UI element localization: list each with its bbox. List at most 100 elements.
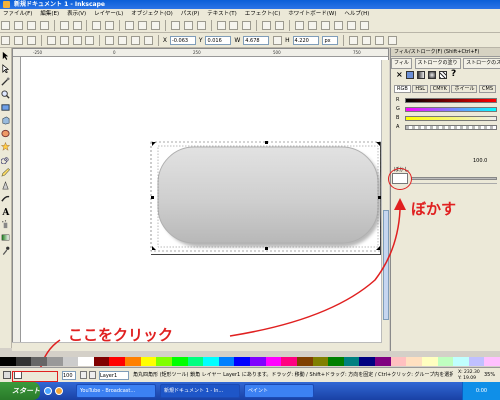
x-input[interactable]: -0.063 (169, 36, 196, 45)
swatch[interactable] (296, 357, 313, 366)
spray-icon[interactable] (1, 220, 10, 229)
raise-to-top-icon[interactable] (105, 36, 115, 45)
star-icon[interactable] (1, 142, 10, 151)
color-palette[interactable] (0, 357, 500, 366)
height-input[interactable]: 4.220 (292, 36, 319, 45)
alpha-slider[interactable] (405, 125, 497, 130)
swatch[interactable] (421, 357, 438, 366)
lock-icon[interactable] (89, 371, 96, 379)
selector-arrow-icon[interactable] (1, 51, 10, 60)
zoom-page-icon[interactable] (196, 21, 206, 30)
fill-indicator[interactable] (3, 371, 11, 379)
text-tool-icon[interactable]: A (1, 207, 10, 216)
cut-icon[interactable] (138, 21, 148, 30)
vertical-scroll-thumb[interactable] (383, 210, 389, 320)
swatch[interactable] (375, 357, 391, 366)
swatch[interactable] (343, 357, 360, 366)
flip-vertical-icon[interactable] (85, 36, 95, 45)
unit-select[interactable]: px (322, 36, 339, 45)
scale-corners-icon[interactable] (362, 36, 372, 45)
swatch[interactable] (156, 357, 172, 366)
tab-rgb[interactable]: RGB (394, 85, 411, 93)
tab-cms[interactable]: CMS (479, 85, 497, 93)
copy-icon[interactable] (125, 21, 135, 30)
swatch[interactable] (312, 357, 329, 366)
export-icon[interactable] (72, 21, 82, 30)
lower-icon[interactable] (131, 36, 141, 45)
swatch[interactable] (281, 357, 297, 366)
tab-cmyk[interactable]: CMYK (429, 85, 450, 93)
task-inkscape[interactable]: 新規ドキュメント 1 - In... (160, 384, 240, 398)
swatch[interactable] (109, 357, 125, 366)
document-properties-icon[interactable] (359, 21, 369, 30)
red-slider[interactable] (405, 98, 497, 103)
swatch[interactable] (203, 357, 219, 366)
zoom-selection-icon[interactable] (170, 21, 180, 30)
node-editor-icon[interactable] (1, 64, 10, 73)
text-font-icon[interactable] (307, 21, 317, 30)
swatch[interactable] (484, 357, 500, 366)
green-slider[interactable] (405, 107, 497, 112)
rotate-ccw-icon[interactable] (46, 36, 56, 45)
scale-stroke-icon[interactable] (349, 36, 359, 45)
tab-hsl[interactable]: HSL (412, 85, 429, 93)
import-icon[interactable] (59, 21, 69, 30)
ungroup-icon[interactable] (275, 21, 285, 30)
width-input[interactable]: 4.678 (243, 36, 270, 45)
select-all-layers-icon[interactable] (13, 36, 23, 45)
layer-select[interactable]: Layer1 (99, 371, 129, 380)
rectangle-icon[interactable] (1, 103, 10, 112)
tweak-icon[interactable] (1, 77, 10, 86)
tab-stroke-style[interactable]: ストロークのスタイル (463, 58, 500, 69)
swatch[interactable] (93, 357, 110, 366)
swatch[interactable] (187, 357, 204, 366)
open-icon[interactable] (13, 21, 23, 30)
swatch[interactable] (328, 357, 344, 366)
swatch[interactable] (437, 357, 454, 366)
transform-gradients-icon[interactable] (375, 36, 385, 45)
lock-ratio-icon[interactable] (273, 36, 283, 45)
flat-color-icon[interactable] (406, 71, 414, 79)
ellipse-icon[interactable] (1, 129, 10, 138)
deselect-icon[interactable] (26, 36, 36, 45)
swatch[interactable] (265, 357, 282, 366)
save-icon[interactable] (26, 21, 36, 30)
lower-to-bottom-icon[interactable] (144, 36, 154, 45)
select-all-icon[interactable] (1, 36, 10, 45)
dropper-icon[interactable] (1, 246, 10, 255)
pencil-icon[interactable] (1, 168, 10, 177)
zoom-icon[interactable] (1, 90, 10, 99)
tab-fill[interactable]: フィル (391, 58, 412, 69)
swatch[interactable] (250, 357, 266, 366)
align-distribute-icon[interactable] (333, 21, 343, 30)
tab-stroke-paint[interactable]: ストロークの塗り (414, 58, 461, 69)
raise-icon[interactable] (118, 36, 128, 45)
redo-icon[interactable] (105, 21, 115, 30)
swatch[interactable] (390, 357, 407, 366)
flip-horizontal-icon[interactable] (72, 36, 82, 45)
ie-quicklaunch-icon[interactable] (44, 387, 52, 395)
rotate-cw-icon[interactable] (59, 36, 69, 45)
undo-icon[interactable] (92, 21, 102, 30)
blue-slider[interactable] (405, 116, 497, 121)
swatch[interactable] (62, 357, 79, 366)
blur-slider[interactable] (411, 177, 497, 180)
new-document-icon[interactable] (1, 21, 10, 30)
calligraphy-icon[interactable] (1, 194, 10, 203)
duplicate-icon[interactable] (216, 21, 226, 30)
swatch[interactable] (218, 357, 235, 366)
zoom-level[interactable]: 35% (484, 368, 495, 383)
no-paint-icon[interactable]: × (396, 70, 403, 79)
pattern-icon[interactable] (439, 71, 447, 79)
radial-gradient-icon[interactable] (428, 71, 436, 79)
task-youtube[interactable]: YouTube - Broadcast... (76, 384, 156, 398)
paste-icon[interactable] (150, 21, 160, 30)
swatch[interactable] (15, 357, 32, 366)
gradient-icon[interactable] (1, 233, 10, 242)
linear-gradient-icon[interactable] (417, 71, 425, 79)
tab-wheel[interactable]: ホイール (451, 85, 478, 93)
drawing-canvas[interactable]: -250 0 250 500 750 (12, 48, 389, 351)
swatch[interactable] (125, 357, 141, 366)
y-input[interactable]: 0.016 (205, 36, 232, 45)
unset-paint-icon[interactable]: ? (451, 69, 456, 79)
